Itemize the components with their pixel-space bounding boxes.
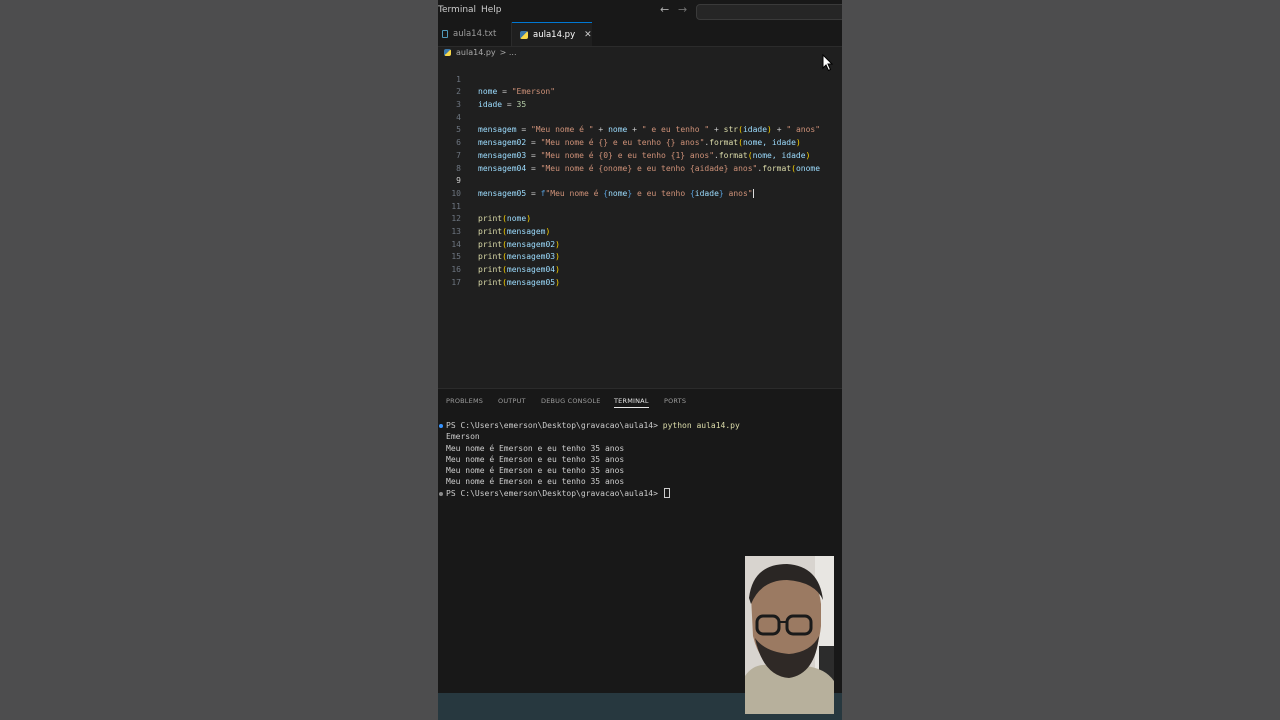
breadcrumb-file[interactable]: aula14.py: [456, 48, 496, 57]
terminal-line: Meu nome é Emerson e eu tenho 35 anos: [446, 443, 625, 453]
line-number: 17: [451, 277, 461, 287]
code-line[interactable]: 7 mensagem04 = "Meu nome é {onome} e eu …: [438, 137, 842, 173]
code-line[interactable]: 6 mensagem03 = "Meu nome é {0} e eu tenh…: [438, 124, 842, 160]
python-file-icon: [520, 30, 528, 39]
terminal-line: Emerson: [446, 432, 480, 442]
mouse-pointer-icon: [822, 54, 834, 72]
breadcrumb: aula14.py > ...: [444, 48, 517, 57]
editor-tab-bar: aula14.txt aula14.py ✕: [438, 22, 842, 47]
menu-bar: Terminal Help ← →: [438, 0, 842, 22]
terminal-line[interactable]: PS C:\Users\emerson\Desktop\gravacao\aul…: [438, 488, 842, 499]
code-line[interactable]: 13 print(mensagem02): [438, 213, 842, 249]
command-center-search[interactable]: [696, 4, 842, 20]
code-line[interactable]: 12 print(mensagem): [438, 201, 842, 236]
code-line[interactable]: 3: [438, 86, 842, 109]
terminal-output[interactable]: PS C:\Users\emerson\Desktop\gravacao\aul…: [438, 420, 842, 499]
terminal-prompt: PS C:\Users\emerson\Desktop\gravacao\aul…: [446, 421, 663, 430]
terminal-command: python aula14.py: [662, 421, 740, 430]
menu-help[interactable]: Help: [481, 5, 502, 15]
webcam-overlay: [745, 556, 834, 714]
terminal-line: Meu nome é Emerson e eu tenho 35 anos: [446, 454, 625, 464]
terminal-line: PS C:\Users\emerson\Desktop\gravacao\aul…: [438, 420, 842, 431]
tab-label: aula14.py: [533, 29, 576, 40]
terminal-cursor: [663, 488, 670, 499]
code-token: print: [478, 277, 503, 287]
text-file-icon: [442, 30, 448, 38]
breadcrumb-separator[interactable]: > ...: [500, 48, 517, 57]
command-status-dot-icon: [439, 491, 443, 496]
close-icon[interactable]: ✕: [584, 30, 592, 40]
code-editor[interactable]: 1 nome = "Emerson" 2 idade = 35 3 4 mens…: [438, 61, 842, 287]
arrow-left-icon[interactable]: ←: [660, 3, 669, 16]
code-line[interactable]: 5 mensagem02 = "Meu nome é {} e eu tenho…: [438, 112, 842, 147]
code-line[interactable]: 11 print(nome): [438, 188, 842, 224]
code-line[interactable]: 4 mensagem = "Meu nome é " + nome + " e …: [438, 99, 842, 135]
code-line[interactable]: 2 idade = 35: [438, 74, 842, 109]
menu-terminal[interactable]: Terminal: [438, 5, 476, 15]
tab-output[interactable]: OUTPUT: [498, 397, 526, 405]
arrow-right-icon[interactable]: →: [678, 3, 687, 16]
code-line[interactable]: 8: [438, 150, 842, 173]
tab-label: aula14.txt: [453, 29, 497, 39]
python-file-icon: [444, 49, 451, 56]
terminal-prompt: PS C:\Users\emerson\Desktop\gravacao\aul…: [446, 488, 663, 498]
tab-aula14-txt[interactable]: aula14.txt: [438, 22, 512, 46]
presenter-video-image: [745, 556, 834, 714]
tab-debug-console[interactable]: DEBUG CONSOLE: [541, 397, 601, 405]
terminal-line: Meu nome é Emerson e eu tenho 35 anos: [446, 466, 625, 476]
code-line[interactable]: 15 print(mensagem04): [438, 239, 842, 274]
terminal-line: Meu nome é Emerson e eu tenho 35 anos: [446, 477, 625, 487]
command-status-dot-icon: [439, 424, 443, 428]
code-line[interactable]: 1 nome = "Emerson": [438, 61, 842, 97]
tab-terminal[interactable]: TERMINAL: [614, 397, 649, 408]
tab-aula14-py[interactable]: aula14.py ✕: [512, 22, 592, 46]
tab-ports[interactable]: PORTS: [664, 397, 686, 405]
code-line[interactable]: 10: [438, 175, 842, 198]
code-line[interactable]: 14 print(mensagem03): [438, 226, 842, 262]
code-line-active[interactable]: 9 mensagem05 = f"Meu nome é {nome} e eu …: [438, 163, 842, 198]
code-line[interactable]: 17: [438, 264, 842, 287]
code-line[interactable]: 16 print(mensagem05): [438, 251, 842, 287]
code-token: mensagem05: [506, 277, 556, 287]
tab-problems[interactable]: PROBLEMS: [446, 397, 483, 405]
